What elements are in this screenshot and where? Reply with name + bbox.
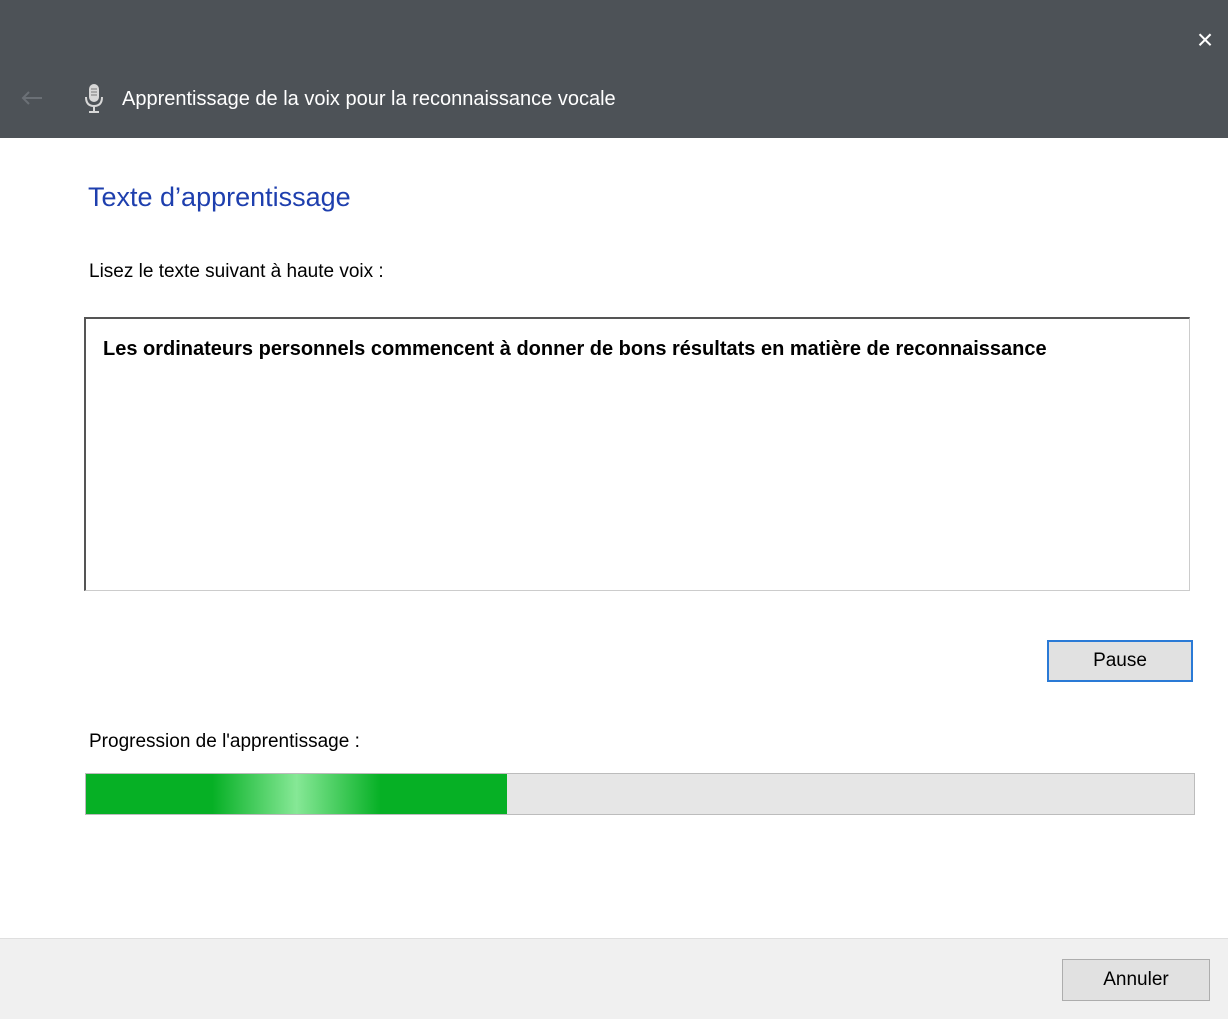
- cancel-button[interactable]: Annuler: [1062, 959, 1210, 1001]
- instruction-label: Lisez le texte suivant à haute voix :: [89, 261, 384, 282]
- footer-bar: [0, 938, 1228, 1019]
- title-bar: Apprentissage de la voix pour la reconna…: [0, 0, 1228, 138]
- page-heading: Texte d’apprentissage: [88, 182, 351, 212]
- training-text: Les ordinateurs personnels commencent à …: [103, 338, 1047, 360]
- progress-fill: [86, 774, 508, 814]
- pause-button[interactable]: Pause: [1047, 640, 1193, 682]
- window-title: Apprentissage de la voix pour la reconna…: [122, 88, 616, 110]
- microphone-icon: [85, 84, 103, 113]
- progress-label: Progression de l'apprentissage :: [89, 731, 360, 752]
- back-arrow-icon: [21, 91, 42, 105]
- training-progress-bar: [85, 773, 1195, 815]
- close-icon: ×: [1196, 24, 1214, 55]
- back-button[interactable]: [18, 84, 46, 112]
- training-text-box: Les ordinateurs personnels commencent à …: [84, 317, 1190, 591]
- close-button[interactable]: ×: [1182, 0, 1228, 80]
